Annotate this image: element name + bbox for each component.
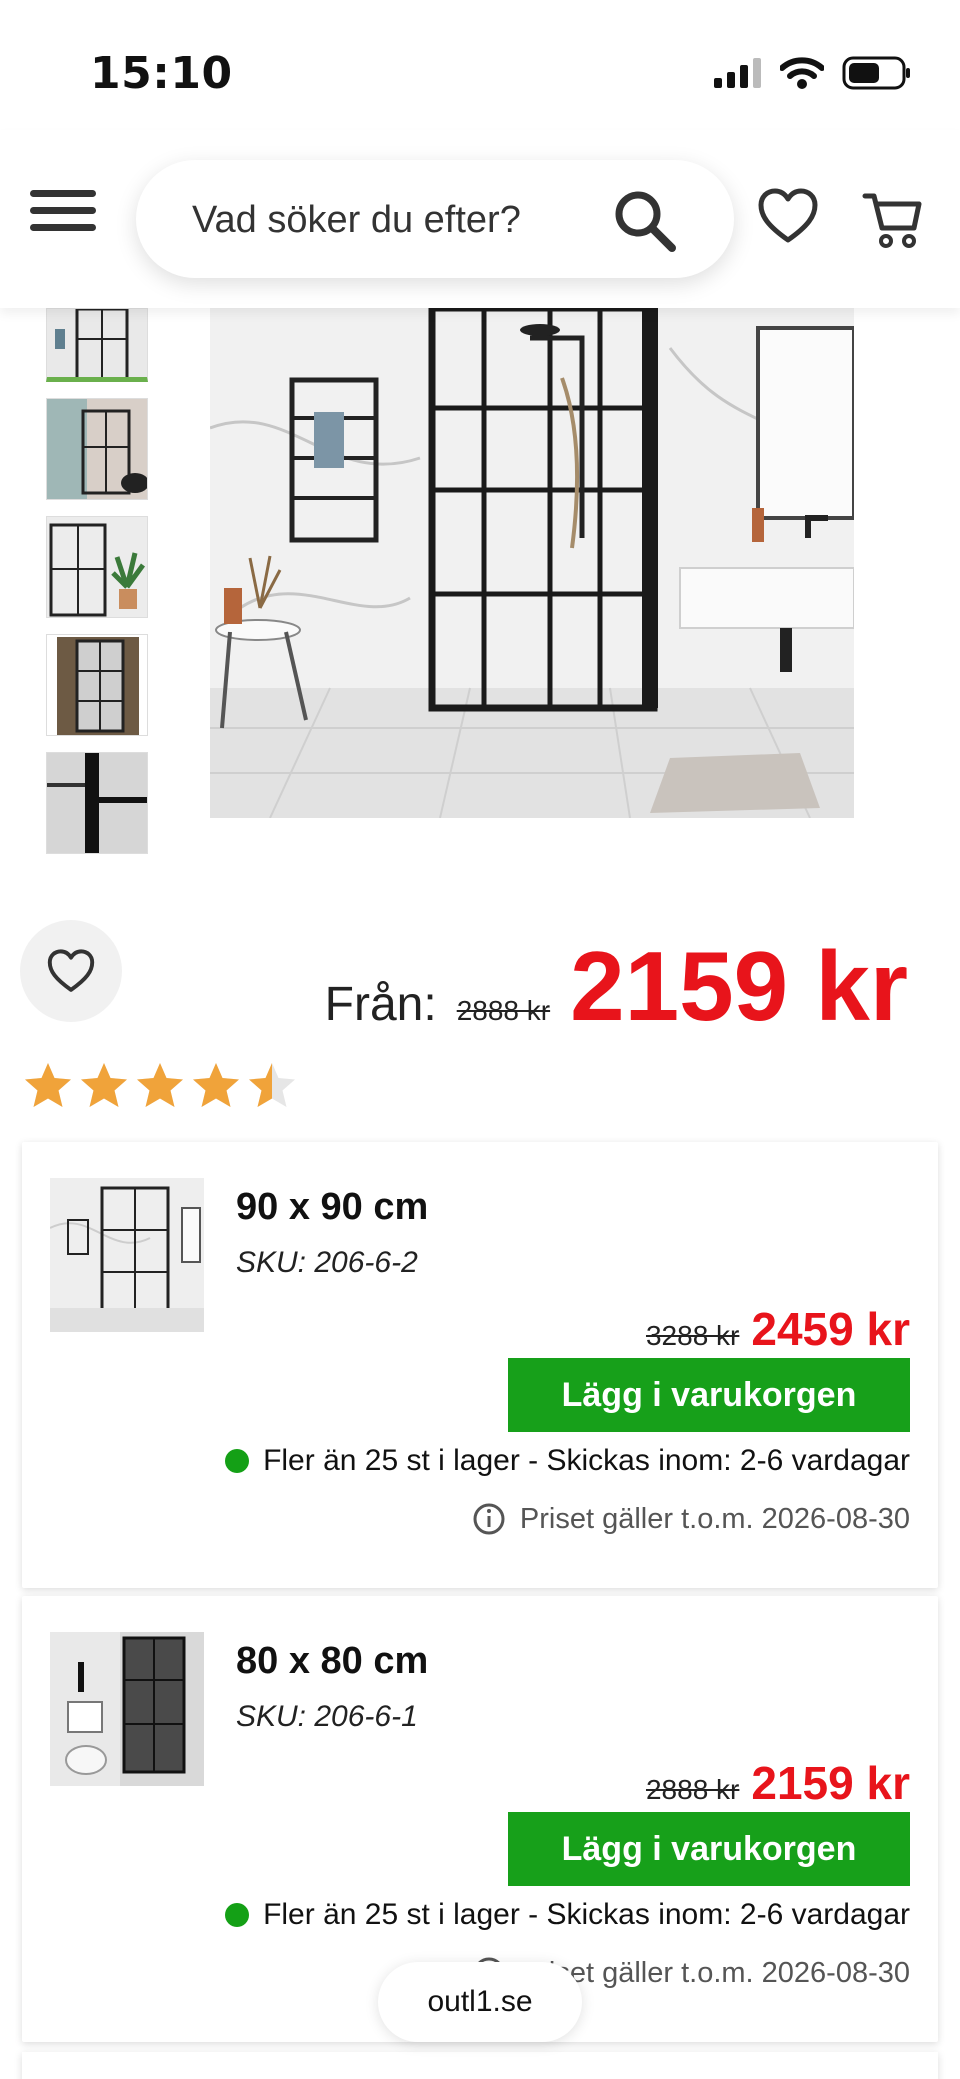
- thumbnail-3[interactable]: [46, 516, 148, 618]
- favorite-button[interactable]: [20, 920, 122, 1022]
- in-stock-dot-icon: [225, 1449, 250, 1473]
- variant-title: 90 x 90 cm: [236, 1186, 429, 1228]
- stock-text: Fler än 25 st i lager - Skickas inom: 2-…: [263, 1444, 910, 1477]
- browser-url-pill[interactable]: outl1.se: [378, 1962, 582, 2042]
- star-icon: [81, 1063, 127, 1107]
- validity-text: Priset gäller t.o.m. 2026-08-30: [519, 1502, 910, 1535]
- in-stock-dot-icon: [225, 1903, 250, 1927]
- add-to-cart-button[interactable]: Lägg i varukorgen: [508, 1812, 910, 1886]
- old-price: 2888 kr: [456, 995, 551, 1026]
- variant-price: 2459 kr: [751, 1303, 910, 1355]
- star-icon: [249, 1063, 295, 1107]
- product-page: 15:10 Vad söker du efter? Från: 2888 kr …: [0, 0, 960, 2079]
- search-input[interactable]: [192, 195, 612, 245]
- star-icon: [25, 1063, 71, 1107]
- variant-image[interactable]: [50, 1178, 204, 1332]
- heart-icon[interactable]: [758, 188, 818, 244]
- thumbnail-4[interactable]: [46, 634, 148, 736]
- variant-card: 90 x 90 cm SKU: 206-6-2 3288 kr 2459 kr …: [22, 1142, 938, 1588]
- thumbnail-1[interactable]: [46, 308, 148, 382]
- price-row: Från: 2888 kr 2159 kr: [325, 930, 908, 1043]
- thumbnail-2[interactable]: [46, 398, 148, 500]
- variant-prices: 2888 kr 2159 kr: [646, 1756, 910, 1810]
- signal-icon: [714, 58, 761, 88]
- info-icon[interactable]: [472, 1502, 506, 1536]
- variant-price: 2159 kr: [751, 1757, 910, 1809]
- status-time: 15:10: [90, 48, 233, 99]
- wifi-icon: [780, 57, 824, 89]
- battery-icon: [842, 56, 910, 90]
- variant-image[interactable]: [50, 1632, 204, 1786]
- variant-old-price: 3288 kr: [645, 1320, 740, 1351]
- cart-icon[interactable]: [862, 190, 922, 250]
- variant-card-partial: [22, 2052, 938, 2079]
- search-bar[interactable]: [136, 160, 734, 278]
- main-product-image[interactable]: [210, 308, 854, 818]
- variant-sku: SKU: 206-6-2: [236, 1246, 418, 1279]
- price-validity: Priset gäller t.o.m. 2026-08-30: [472, 1502, 910, 1536]
- variant-old-price: 2888 kr: [645, 1774, 740, 1805]
- site-header: [0, 130, 960, 308]
- stock-status: Fler än 25 st i lager - Skickas inom: 2-…: [225, 1898, 910, 1932]
- rating-stars[interactable]: [22, 1060, 298, 1110]
- thumbnail-5[interactable]: [46, 752, 148, 854]
- add-to-cart-button[interactable]: Lägg i varukorgen: [508, 1358, 910, 1432]
- variant-title: 80 x 80 cm: [236, 1640, 429, 1682]
- variant-sku: SKU: 206-6-1: [236, 1700, 418, 1733]
- status-icons: [714, 56, 912, 90]
- status-bar: 15:10: [0, 0, 960, 130]
- stock-text: Fler än 25 st i lager - Skickas inom: 2-…: [263, 1898, 910, 1931]
- current-price: 2159 kr: [570, 931, 908, 1041]
- star-icon: [193, 1063, 239, 1107]
- menu-button[interactable]: [30, 190, 96, 240]
- stock-status: Fler än 25 st i lager - Skickas inom: 2-…: [225, 1444, 910, 1478]
- from-label: Från:: [324, 978, 437, 1031]
- variant-prices: 3288 kr 2459 kr: [646, 1302, 910, 1356]
- heart-icon: [47, 949, 95, 992]
- menu-icon: [30, 190, 96, 197]
- thumbnail-gallery: [46, 308, 148, 870]
- search-icon[interactable]: [612, 188, 678, 254]
- star-icon: [137, 1063, 183, 1107]
